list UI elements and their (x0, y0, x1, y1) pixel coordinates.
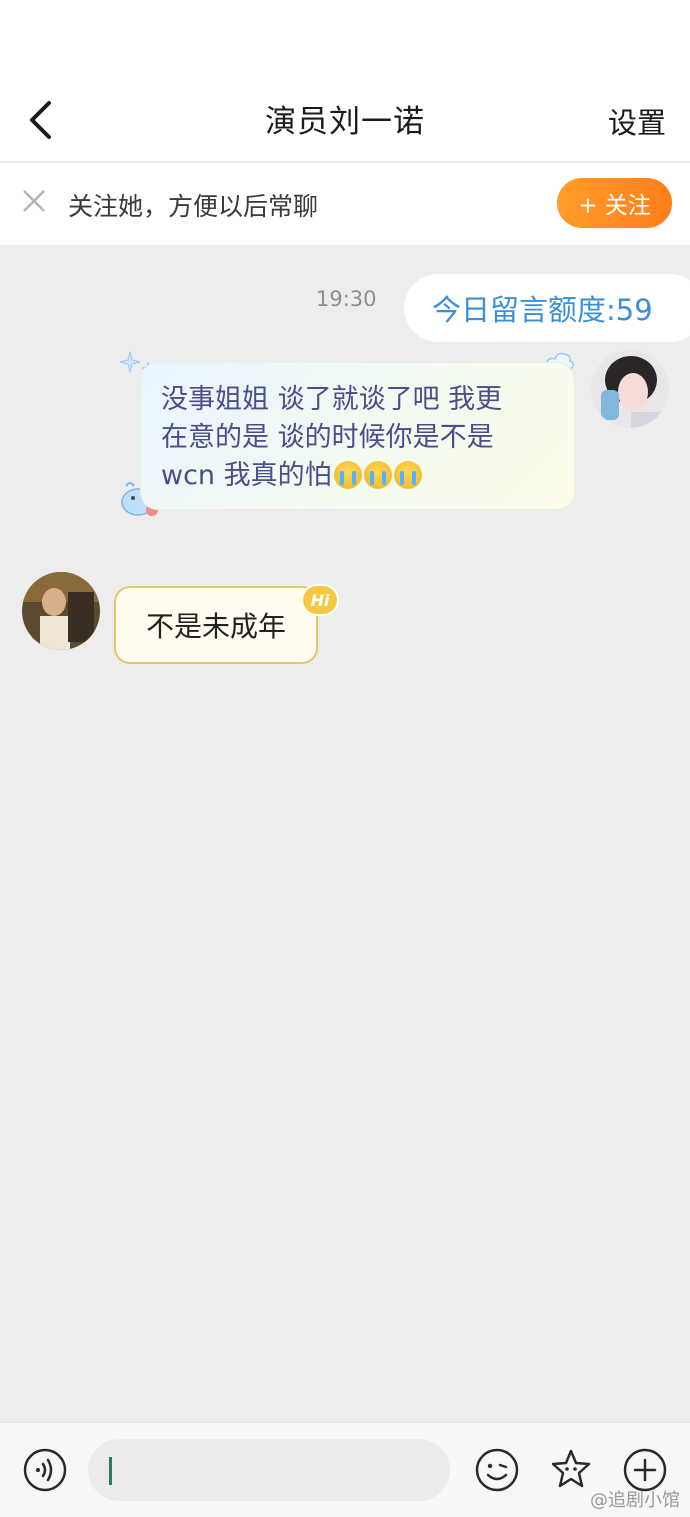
text-cursor (109, 1457, 112, 1485)
contact-avatar-image (22, 572, 100, 650)
sticker-icon[interactable] (548, 1447, 594, 1493)
voice-input-icon[interactable] (22, 1447, 68, 1493)
message-line: wcn 我真的怕 (161, 460, 332, 491)
message-quota-badge: 今日留言额度:59 (404, 274, 690, 342)
crying-face-emoji-icon (333, 461, 362, 489)
avatar[interactable] (22, 572, 100, 650)
settings-button[interactable]: 设置 (608, 100, 666, 142)
message-input-bar (0, 1422, 690, 1517)
sent-message-bubble[interactable]: 没事姐姐 谈了就谈了吧 我更 在意的是 谈的时候你是不是 wcn 我真的怕 (140, 362, 575, 510)
hi-badge: Hi (301, 584, 339, 616)
follow-banner: 关注她，方便以后常聊 + 关注 (0, 163, 690, 245)
follow-prompt-text: 关注她，方便以后常聊 (68, 192, 319, 221)
crying-face-emoji-icon (393, 461, 422, 489)
message-line: 在意的是 谈的时候你是不是 (161, 422, 494, 453)
chat-header: 演员刘一诺 设置 (0, 0, 690, 162)
message-input[interactable] (88, 1439, 450, 1501)
emoji-icon[interactable] (474, 1447, 520, 1493)
user-avatar-image (591, 350, 669, 428)
close-icon[interactable] (20, 187, 48, 215)
page-title: 演员刘一诺 (265, 104, 425, 140)
message-timestamp: 19:30 (316, 287, 377, 311)
received-message-bubble[interactable]: 不是未成年 (114, 586, 318, 664)
follow-button[interactable]: + 关注 (557, 178, 672, 228)
avatar[interactable] (591, 350, 669, 428)
watermark: @追剧小馆 (590, 1490, 680, 1511)
message-line: 没事姐姐 谈了就谈了吧 我更 (161, 384, 503, 415)
crying-face-emoji-icon (363, 461, 392, 489)
